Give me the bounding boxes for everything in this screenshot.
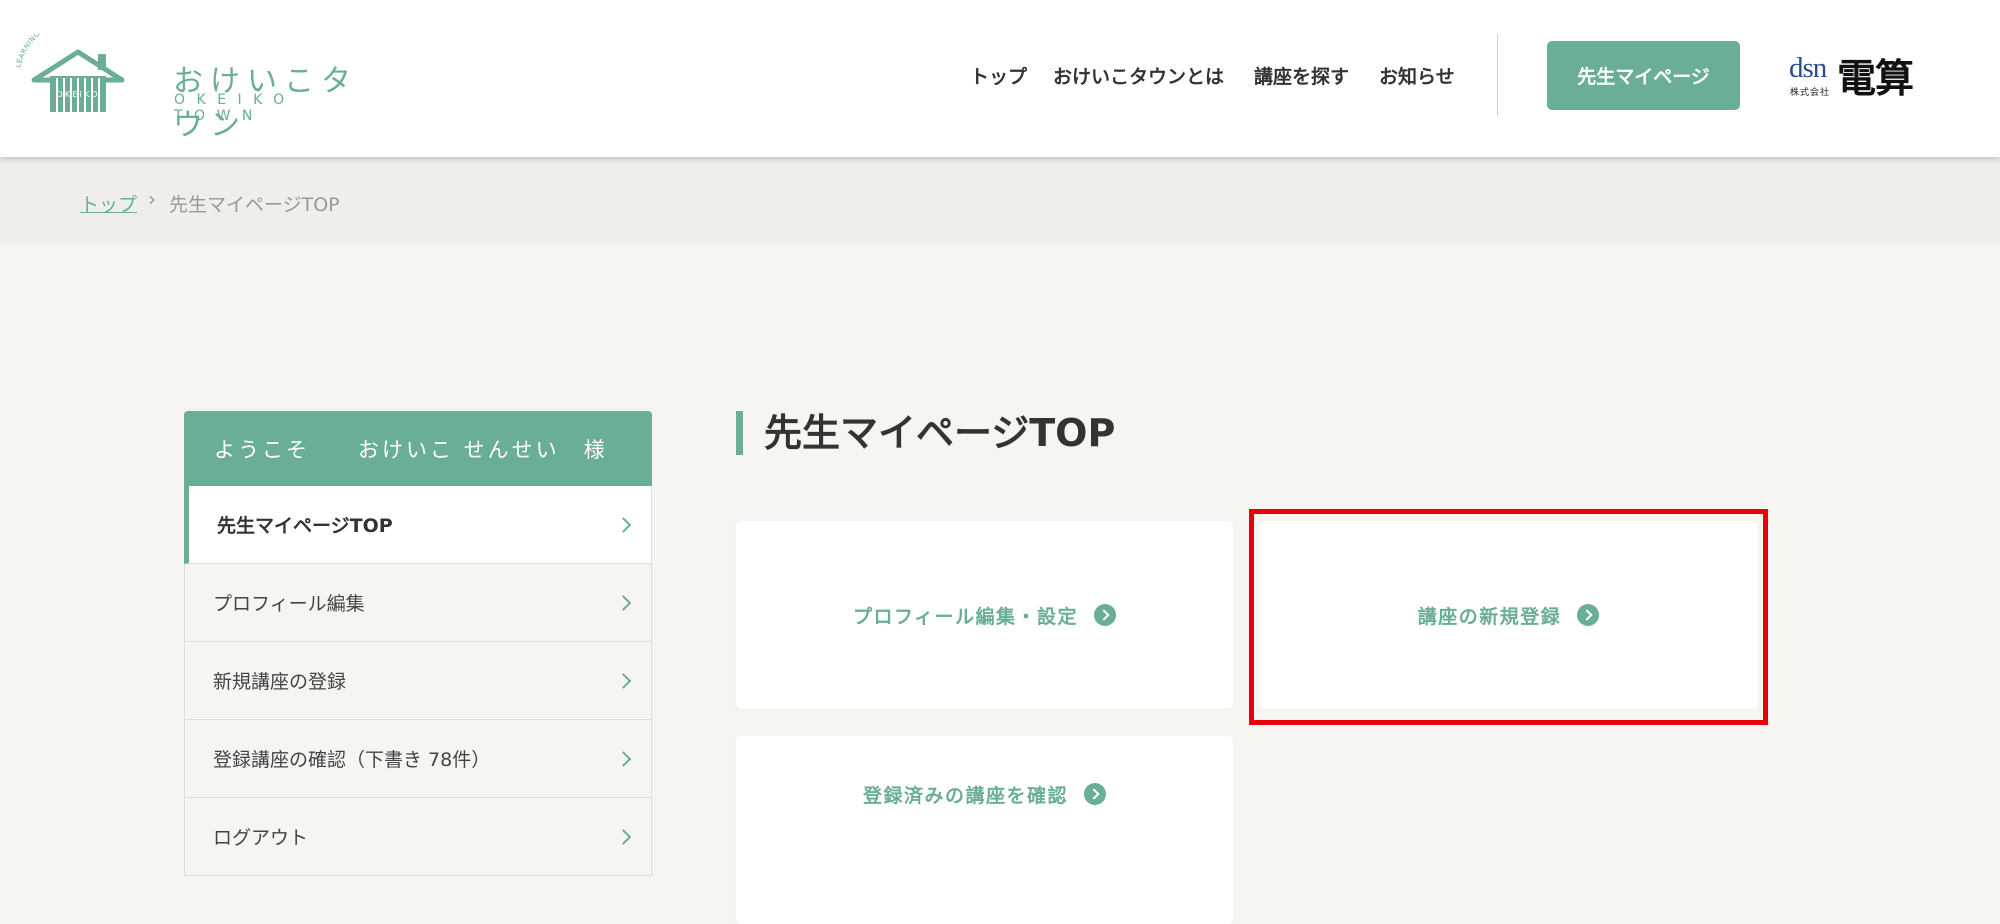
arrow-right-circle-icon <box>1577 604 1600 626</box>
registered-courses-card[interactable]: 登録済みの講座を確認 <box>736 736 1233 924</box>
site-header: LEARNING TEACHING TOGETHER OKEIKO おけいこタウ… <box>0 0 2000 157</box>
nav-news[interactable]: お知らせ <box>1379 62 1455 89</box>
teacher-mypage-button[interactable]: 先生マイページ <box>1547 41 1740 110</box>
sidebar-item-label: プロフィール編集 <box>213 593 365 615</box>
partner-logo-dsn: dsn <box>1789 52 1827 84</box>
card-label: 講座の新規登録 <box>1417 605 1562 628</box>
house-logo-icon: LEARNING TEACHING TOGETHER OKEIKO <box>14 13 125 112</box>
sidebar-item-mypage-top[interactable]: 先生マイページTOP <box>184 486 652 564</box>
chevron-right-icon <box>615 672 632 689</box>
card-label: プロフィール編集・設定 <box>852 605 1079 628</box>
nav-divider <box>1497 34 1498 116</box>
sidebar-item-logout[interactable]: ログアウト <box>184 798 652 876</box>
sidebar-item-label: 先生マイページTOP <box>217 515 393 537</box>
page-title: 先生マイページTOP <box>736 411 1115 455</box>
sidebar-item-new-course[interactable]: 新規講座の登録 <box>184 642 652 720</box>
mypage-sidebar: ようこそ おけいこ せんせい 様 先生マイページTOP プロフィール編集 新規講… <box>184 411 652 876</box>
sidebar-welcome: ようこそ おけいこ せんせい 様 <box>184 411 652 486</box>
logo-tagline: LEARNING TEACHING TOGETHER <box>14 13 125 68</box>
site-logo[interactable]: LEARNING TEACHING TOGETHER OKEIKO おけいこタウ… <box>14 13 376 143</box>
nav-about[interactable]: おけいこタウンとは <box>1053 62 1224 89</box>
breadcrumb-current: 先生マイページTOP <box>169 194 340 216</box>
partner-logo[interactable]: dsn 株式会社 電算 <box>1789 52 1925 102</box>
breadcrumb: トップ › 先生マイページTOP <box>0 157 2000 244</box>
arrow-right-circle-icon <box>1094 604 1117 626</box>
chevron-right-icon <box>615 828 632 845</box>
chevron-right-icon <box>615 750 632 767</box>
card-label: 登録済みの講座を確認 <box>862 784 1068 807</box>
breadcrumb-top-link[interactable]: トップ <box>80 190 137 217</box>
sidebar-item-label: 登録講座の確認（下書き 78件） <box>213 749 491 771</box>
breadcrumb-separator-icon: › <box>148 187 156 211</box>
sidebar-item-label: ログアウト <box>213 827 309 849</box>
logo-title-en: OKEIKO TOWN <box>174 92 296 124</box>
nav-search-courses[interactable]: 講座を探す <box>1254 62 1349 89</box>
svg-text:LEARNING TEACHING TOGETHER: LEARNING TEACHING TOGETHER <box>16 34 125 69</box>
nav-top[interactable]: トップ <box>970 62 1027 89</box>
sidebar-item-profile-edit[interactable]: プロフィール編集 <box>184 564 652 642</box>
sidebar-item-registered-courses[interactable]: 登録講座の確認（下書き 78件） <box>184 720 652 798</box>
partner-logo-name: 電算 <box>1837 57 1914 102</box>
arrow-right-circle-icon <box>1084 783 1106 805</box>
profile-settings-card[interactable]: プロフィール編集・設定 <box>736 521 1233 709</box>
chevron-right-icon <box>615 516 632 533</box>
logo-house-text: OKEIKO <box>56 90 99 99</box>
partner-logo-company: 株式会社 <box>1790 88 1831 98</box>
new-course-card[interactable]: 講座の新規登録 <box>1259 521 1758 709</box>
sidebar-item-label: 新規講座の登録 <box>213 671 347 693</box>
chevron-right-icon <box>615 594 632 611</box>
